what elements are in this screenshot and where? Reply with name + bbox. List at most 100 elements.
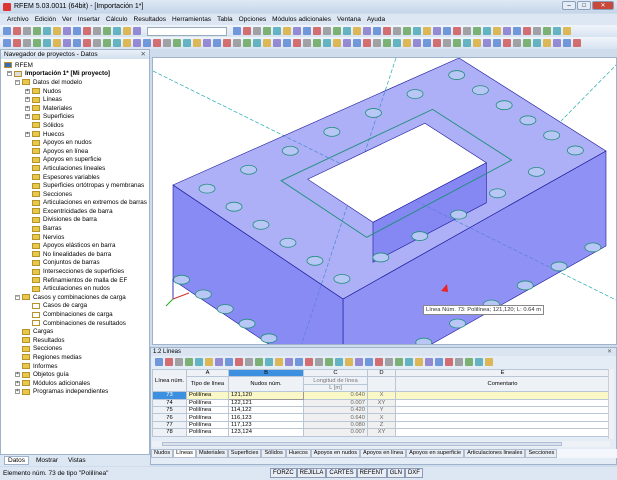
line-type-cell[interactable]: Polilínea bbox=[186, 413, 230, 422]
model-3d[interactable] bbox=[153, 58, 617, 345]
toolbar-button-icon[interactable] bbox=[435, 358, 443, 366]
pile-circle[interactable] bbox=[279, 237, 297, 248]
nodes-cell[interactable]: 121,120 bbox=[228, 391, 305, 400]
toolbar-button-icon[interactable] bbox=[183, 39, 191, 47]
col-letter-d[interactable]: D bbox=[367, 368, 397, 378]
toolbar-button-icon[interactable] bbox=[543, 39, 551, 47]
tree-item[interactable]: Secciones bbox=[1, 190, 149, 199]
toolbar-button-icon[interactable] bbox=[343, 27, 351, 35]
toolbar-button-icon[interactable] bbox=[455, 358, 463, 366]
toolbar-button-icon[interactable] bbox=[23, 39, 31, 47]
bottom-pile-circle[interactable] bbox=[516, 280, 534, 291]
nodes-cell[interactable]: 123,124 bbox=[228, 428, 305, 437]
length-cell[interactable]: 0.007 bbox=[303, 428, 369, 437]
toolbar-button-icon[interactable] bbox=[513, 27, 521, 35]
toolbar-button-icon[interactable] bbox=[553, 27, 561, 35]
toolbar-button-icon[interactable] bbox=[255, 358, 263, 366]
table-row[interactable]: 75 Polilínea 114,122 0.420 Y bbox=[151, 405, 610, 415]
toolbar-button-icon[interactable] bbox=[143, 39, 151, 47]
pile-circle[interactable] bbox=[281, 145, 299, 156]
toolbar-button-icon[interactable] bbox=[413, 27, 421, 35]
toolbar-button-icon[interactable] bbox=[543, 27, 551, 35]
pile-circle[interactable] bbox=[225, 201, 243, 212]
col-letter-c[interactable]: C bbox=[303, 368, 369, 378]
status-toggle-rejilla[interactable]: REJILLA bbox=[296, 468, 327, 478]
toolbar-button-icon[interactable] bbox=[223, 39, 231, 47]
toolbar-combo[interactable] bbox=[147, 26, 227, 36]
toolbar-button-icon[interactable] bbox=[333, 39, 341, 47]
toolbar-button-icon[interactable] bbox=[345, 358, 353, 366]
comment-cell[interactable] bbox=[395, 413, 610, 422]
tree-item[interactable]: Combinaciones de resultados bbox=[1, 319, 149, 328]
tree-item[interactable]: − Datos del modelo bbox=[1, 78, 149, 87]
toolbar-button-icon[interactable] bbox=[365, 358, 373, 366]
comment-cell[interactable] bbox=[395, 405, 610, 415]
toolbar-button-icon[interactable] bbox=[403, 39, 411, 47]
toolbar-button-icon[interactable] bbox=[43, 39, 51, 47]
toolbar-button-icon[interactable] bbox=[315, 358, 323, 366]
toolbar-button-icon[interactable] bbox=[225, 358, 233, 366]
nodes-cell[interactable]: 116,123 bbox=[228, 413, 305, 422]
toolbar-button-icon[interactable] bbox=[303, 27, 311, 35]
tree-item[interactable]: Combinaciones de carga bbox=[1, 310, 149, 319]
expand-toggle-icon[interactable]: + bbox=[25, 88, 30, 94]
row-number[interactable]: 74 bbox=[151, 398, 188, 407]
expand-toggle-icon[interactable]: − bbox=[15, 79, 20, 85]
pile-circle[interactable] bbox=[240, 164, 258, 175]
toolbar-button-icon[interactable] bbox=[403, 27, 411, 35]
menu-insertar[interactable]: Insertar bbox=[75, 16, 103, 23]
axis-cell[interactable]: Z bbox=[367, 420, 397, 430]
tree-item[interactable]: Secciones bbox=[1, 345, 149, 354]
toolbar-button-icon[interactable] bbox=[483, 39, 491, 47]
tree-item[interactable]: + Líneas bbox=[1, 95, 149, 104]
pile-circle[interactable] bbox=[372, 252, 390, 263]
comment-cell[interactable] bbox=[395, 420, 610, 430]
sheet-tab[interactable]: Apoyos en línea bbox=[360, 449, 407, 458]
toolbar-button-icon[interactable] bbox=[425, 358, 433, 366]
toolbar-button-icon[interactable] bbox=[113, 27, 121, 35]
sheet-tab[interactable]: Huecos bbox=[285, 449, 311, 458]
pile-circle[interactable] bbox=[519, 115, 537, 126]
toolbar-button-icon[interactable] bbox=[153, 39, 161, 47]
nodes-cell[interactable]: 114,122 bbox=[228, 405, 305, 415]
axis-cell[interactable]: XY bbox=[367, 428, 397, 437]
toolbar-button-icon[interactable] bbox=[395, 358, 403, 366]
menu-cálculo[interactable]: Cálculo bbox=[103, 16, 131, 23]
tree-item[interactable]: Resultados bbox=[1, 336, 149, 345]
toolbar-button-icon[interactable] bbox=[313, 27, 321, 35]
toolbar-button-icon[interactable] bbox=[33, 39, 41, 47]
toolbar-button-icon[interactable] bbox=[23, 27, 31, 35]
tab-datos[interactable]: Datos bbox=[4, 456, 29, 465]
toolbar-button-icon[interactable] bbox=[275, 358, 283, 366]
slab-solid[interactable] bbox=[172, 58, 607, 345]
comment-cell[interactable] bbox=[395, 428, 610, 437]
axis-cell[interactable]: Y bbox=[367, 405, 397, 415]
line-type-cell[interactable]: Polilínea bbox=[186, 428, 230, 437]
tab-mostrar[interactable]: Mostrar bbox=[33, 457, 61, 464]
toolbar-button-icon[interactable] bbox=[373, 39, 381, 47]
toolbar-button-icon[interactable] bbox=[343, 39, 351, 47]
toolbar-button-icon[interactable] bbox=[233, 27, 241, 35]
menu-tabla[interactable]: Tabla bbox=[214, 16, 236, 23]
menu-edición[interactable]: Edición bbox=[32, 16, 59, 23]
pile-circle[interactable] bbox=[566, 145, 584, 156]
length-cell[interactable]: 0.640 bbox=[303, 413, 369, 422]
row-number[interactable]: 76 bbox=[151, 413, 188, 422]
toolbar-button-icon[interactable] bbox=[83, 27, 91, 35]
toolbar-button-icon[interactable] bbox=[573, 39, 581, 47]
toolbar-button-icon[interactable] bbox=[113, 39, 121, 47]
row-number[interactable]: 77 bbox=[151, 420, 188, 430]
nodes-cell[interactable]: 122,121 bbox=[228, 398, 305, 407]
sheet-tab[interactable]: Superficies bbox=[227, 449, 262, 458]
expand-toggle-icon[interactable]: + bbox=[15, 389, 20, 395]
toolbar-button-icon[interactable] bbox=[155, 358, 163, 366]
expand-toggle-icon[interactable]: + bbox=[15, 372, 20, 378]
toolbar-button-icon[interactable] bbox=[485, 358, 493, 366]
toolbar-button-icon[interactable] bbox=[73, 39, 81, 47]
col-letter-e[interactable]: E bbox=[395, 368, 610, 378]
toolbar-button-icon[interactable] bbox=[53, 39, 61, 47]
length-cell[interactable]: 0.007 bbox=[303, 398, 369, 407]
tree-item[interactable]: Informes bbox=[1, 362, 149, 371]
toolbar-button-icon[interactable] bbox=[373, 27, 381, 35]
toolbar-button-icon[interactable] bbox=[433, 27, 441, 35]
